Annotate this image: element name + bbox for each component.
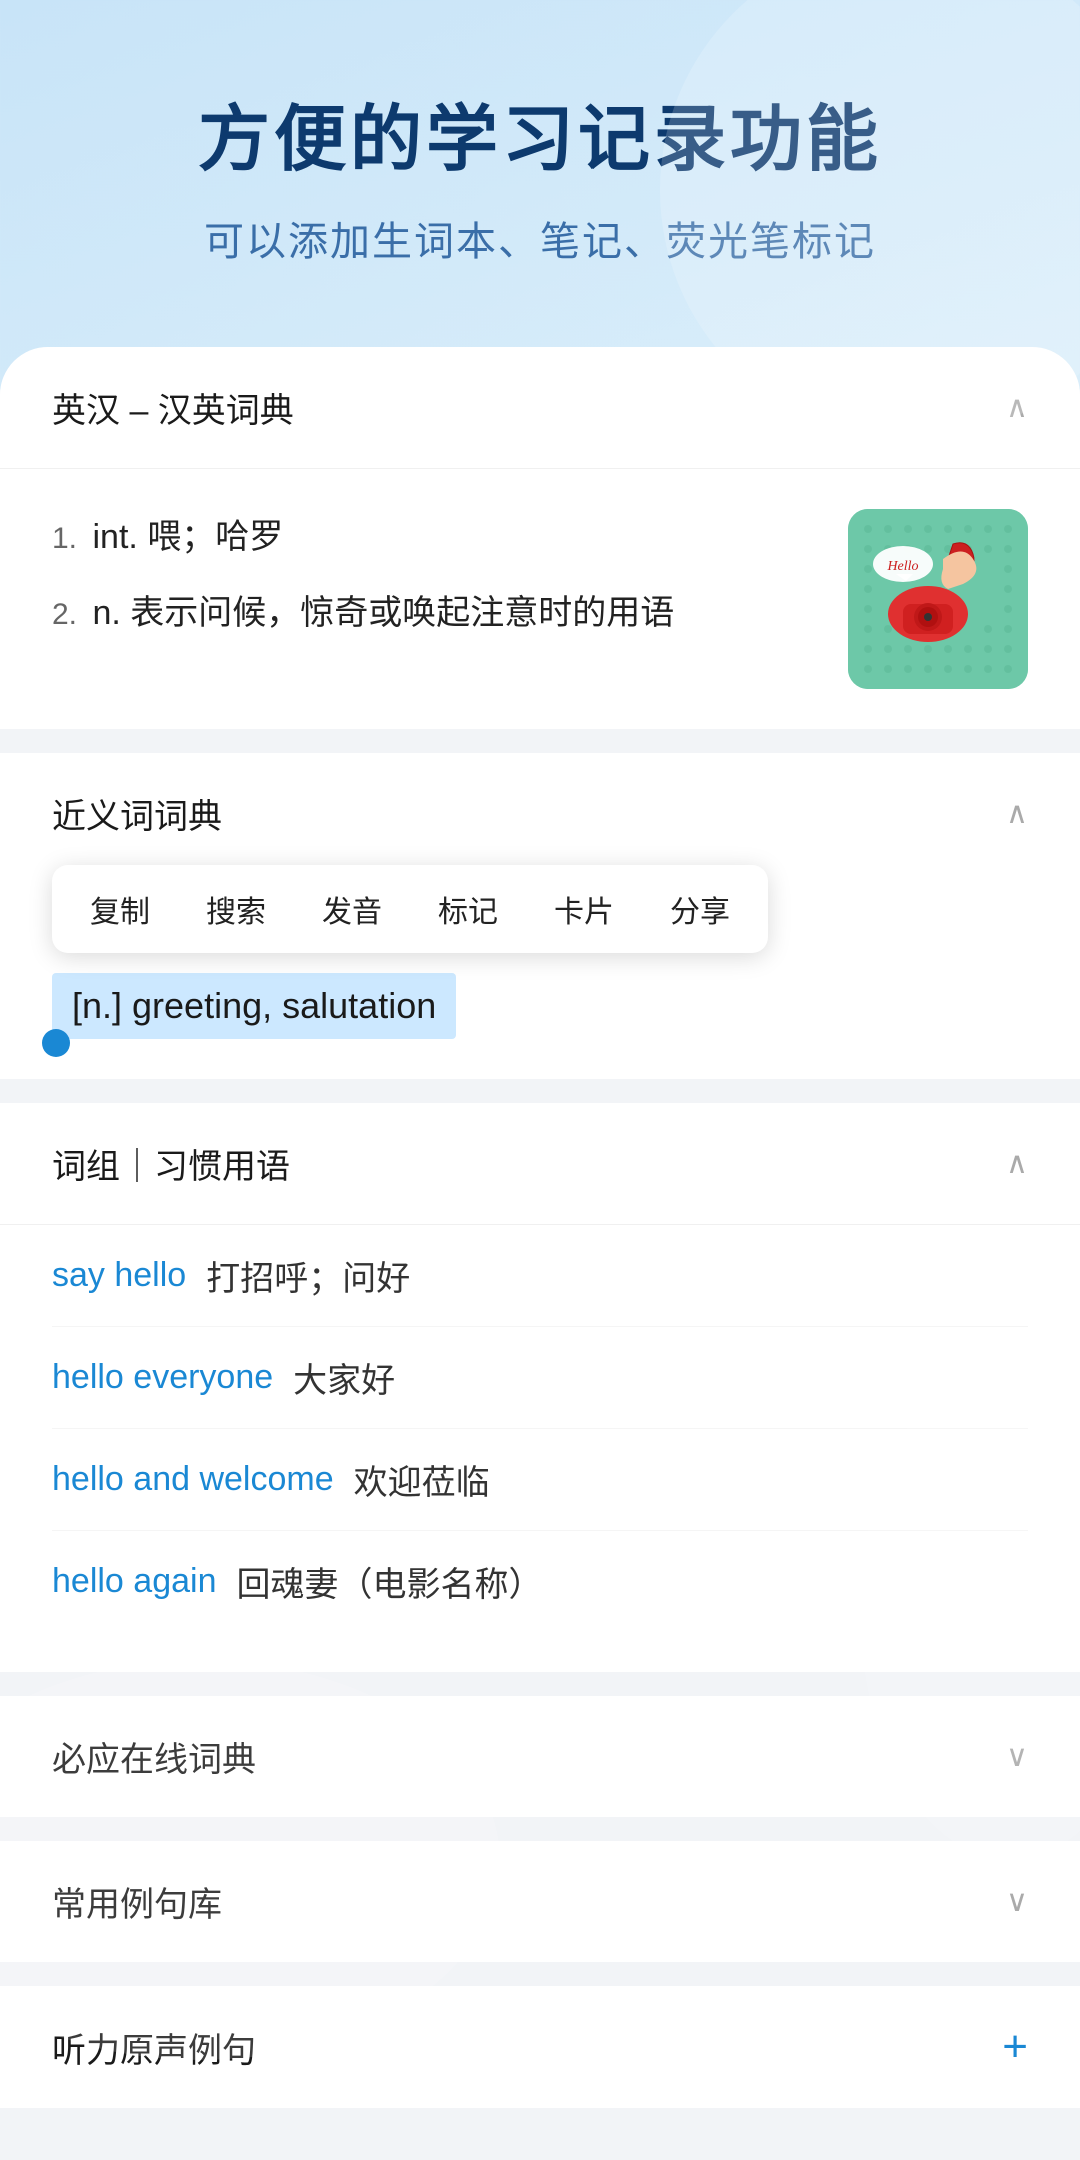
phrase-chinese-4: 回魂妻（电影名称） (236, 1557, 542, 1606)
hello-illustration: Hello (848, 509, 1028, 689)
def-text-1: 喂；哈罗 (147, 518, 283, 556)
definition-2: 2. n. 表示问候，惊奇或唤起注意时的用语 (52, 585, 848, 643)
synonyms-section-title: 近义词词典 (52, 789, 222, 838)
svg-text:Hello: Hello (886, 559, 918, 574)
context-menu-share[interactable]: 分享 (642, 865, 758, 953)
changyongliju-chevron-icon: ∨ (1006, 1884, 1028, 1919)
context-menu-card[interactable]: 卡片 (526, 865, 642, 953)
phrases-chevron-up-icon: ∧ (1006, 1146, 1028, 1181)
phrases-section-header[interactable]: 词组｜习惯用语 ∧ (0, 1103, 1080, 1225)
synonyms-chevron-up-icon: ∧ (1006, 796, 1028, 831)
synonyms-section-header[interactable]: 近义词词典 ∧ (0, 753, 1080, 875)
def-text-2: 表示问候，惊奇或唤起注意时的用语 (130, 594, 674, 632)
selected-text-wrapper: [n.] greeting, salutation (52, 973, 1028, 1039)
selected-text: [n.] greeting, salutation (52, 973, 456, 1039)
phrase-chinese-1: 打招呼；问好 (206, 1251, 410, 1300)
selection-handle-left[interactable] (42, 1029, 70, 1057)
phrase-chinese-2: 大家好 (293, 1353, 395, 1402)
dict-definitions: 1. int. 喂；哈罗 2. n. 表示问候，惊奇或唤起注意时的用语 (52, 509, 848, 661)
page-container: 方便的学习记录功能 可以添加生词本、笔记、荧光笔标记 英汉 – 汉英词典 ∧ 1… (0, 0, 1080, 2160)
phrase-english-1: say hello (52, 1256, 186, 1295)
phrase-item-2[interactable]: hello everyone 大家好 (52, 1327, 1028, 1429)
context-menu-pronunciation[interactable]: 发音 (294, 865, 410, 953)
phrase-english-3: hello and welcome (52, 1460, 334, 1499)
phrase-item-1[interactable]: say hello 打招呼；问好 (52, 1225, 1028, 1327)
def-num-2: 2. (52, 598, 77, 631)
def-type-1: int. (92, 518, 137, 556)
phrases-section-title: 词组｜习惯用语 (52, 1139, 290, 1188)
divider-2 (0, 1091, 1080, 1103)
synonyms-content: 复制 搜索 发音 标记 卡片 分享 [n.] greeting, salutat… (0, 865, 1080, 1079)
definition-1: 1. int. 喂；哈罗 (52, 509, 848, 567)
phrase-english-2: hello everyone (52, 1358, 273, 1397)
phrase-chinese-3: 欢迎莅临 (354, 1455, 490, 1504)
synonyms-section: 近义词词典 ∧ 复制 搜索 发音 标记 卡片 分享 [n.] greeting,… (0, 753, 1080, 1079)
ehan-section-title: 英汉 – 汉英词典 (52, 383, 294, 432)
dict-content: 1. int. 喂；哈罗 2. n. 表示问候，惊奇或唤起注意时的用语 (52, 509, 1028, 689)
context-menu-mark[interactable]: 标记 (410, 865, 526, 953)
divider-1 (0, 741, 1080, 753)
def-type-2: n. (92, 594, 120, 632)
def-num-1: 1. (52, 522, 77, 555)
dict-content-area: 1. int. 喂；哈罗 2. n. 表示问候，惊奇或唤起注意时的用语 (0, 469, 1080, 729)
phrase-english-4: hello again (52, 1562, 216, 1601)
context-menu-search[interactable]: 搜索 (178, 865, 294, 953)
context-menu-copy[interactable]: 复制 (62, 865, 178, 953)
tingli-plus-icon[interactable]: + (1002, 2022, 1028, 2072)
context-menu: 复制 搜索 发音 标记 卡片 分享 (52, 865, 768, 953)
